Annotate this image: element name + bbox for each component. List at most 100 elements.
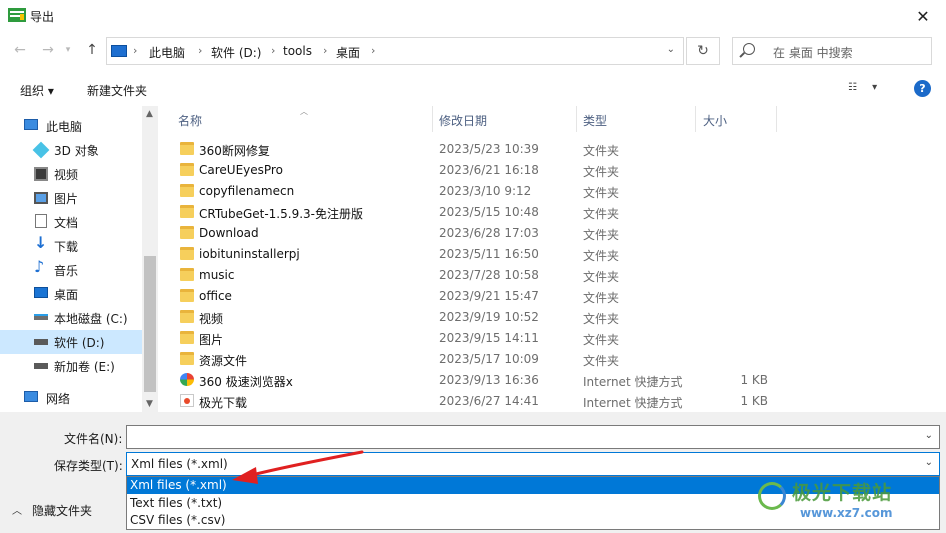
file-type: Internet 快捷方式 (583, 375, 683, 389)
breadcrumb-drive-d[interactable]: 软件 (D:) (211, 44, 261, 61)
file-type: 文件夹 (583, 186, 620, 200)
sidebar-item-label: 音乐 (54, 263, 79, 278)
close-button[interactable]: ✕ (900, 0, 946, 32)
column-divider[interactable] (576, 106, 577, 132)
computer-icon (24, 119, 38, 130)
sidebar-item-desktop[interactable]: 桌面 (0, 282, 142, 306)
file-type: 文件夹 (583, 207, 620, 221)
chevron-down-icon[interactable]: ⌄ (925, 457, 933, 468)
sidebar-item-label: 此电脑 (46, 119, 83, 134)
file-row[interactable]: 360 极速浏览器x 2023/9/13 16:36 Internet 快捷方式… (178, 370, 938, 391)
file-row[interactable]: CRTubeGet-1.5.9.3-免注册版 2023/5/15 10:48 文… (178, 202, 938, 223)
file-size: 1 KB (740, 373, 768, 387)
recent-locations-icon[interactable]: ▾ (60, 42, 76, 58)
help-button[interactable]: ? (914, 80, 931, 97)
file-row[interactable]: 资源文件 2023/5/17 10:09 文件夹 (178, 349, 938, 370)
sidebar-item-drive-e[interactable]: 新加卷 (E:) (0, 354, 142, 378)
column-header-size[interactable]: 大小 (703, 112, 727, 129)
folder-icon (180, 289, 194, 302)
file-row[interactable]: CareUEyesPro 2023/6/21 16:18 文件夹 (178, 160, 938, 181)
breadcrumb-this-pc[interactable]: 此电脑 (149, 44, 185, 61)
file-row[interactable]: Download 2023/6/28 17:03 文件夹 (178, 223, 938, 244)
view-options-button[interactable]: ☷ ▾ (848, 82, 888, 96)
file-type: 文件夹 (583, 270, 620, 284)
shortcut-icon (180, 394, 194, 407)
filetype-value: Xml files (*.xml) (131, 457, 228, 471)
sidebar-item-documents[interactable]: 文档 (0, 210, 142, 234)
file-row[interactable]: iobituninstallerpj 2023/5/11 16:50 文件夹 (178, 244, 938, 265)
sidebar-item-videos[interactable]: 视频 (0, 162, 142, 186)
file-name: 图片 (199, 333, 224, 347)
file-row[interactable]: 视频 2023/9/19 10:52 文件夹 (178, 307, 938, 328)
sidebar-item-drive-c[interactable]: 本地磁盘 (C:) (0, 306, 142, 330)
up-icon[interactable]: ↑ (84, 42, 100, 58)
file-date: 2023/5/17 10:09 (439, 352, 539, 366)
file-type: 文件夹 (583, 144, 620, 158)
file-row[interactable]: 图片 2023/9/15 14:11 文件夹 (178, 328, 938, 349)
scroll-down-icon[interactable]: ▼ (146, 399, 153, 409)
close-icon: ✕ (916, 6, 930, 26)
file-name: copyfilenamecn (199, 184, 295, 198)
file-type: 文件夹 (583, 291, 620, 305)
file-date: 2023/6/27 14:41 (439, 394, 539, 408)
column-header-name[interactable]: 名称 (178, 112, 202, 129)
command-toolbar: 组织 ▾ 新建文件夹 ☷ ▾ ? (0, 74, 946, 104)
sidebar-item-drive-d[interactable]: 软件 (D:) (0, 330, 142, 354)
sidebar-item-this-pc[interactable]: 此电脑 (0, 114, 142, 138)
chevron-right-icon[interactable]: › (198, 44, 202, 57)
file-date: 2023/9/21 15:47 (439, 289, 539, 303)
chevron-right-icon[interactable]: › (133, 44, 137, 57)
watermark-url: www.xz7.com (800, 506, 893, 520)
file-row[interactable]: copyfilenamecn 2023/3/10 9:12 文件夹 (178, 181, 938, 202)
music-icon: ♪ (34, 257, 45, 276)
column-divider[interactable] (776, 106, 777, 132)
file-row[interactable]: office 2023/9/21 15:47 文件夹 (178, 286, 938, 307)
sidebar-item-music[interactable]: ♪ 音乐 (0, 258, 142, 282)
refresh-icon: ↻ (697, 43, 709, 59)
file-list: ︿ 名称 修改日期 类型 大小 360断网修复 2023/5/23 10:39 … (160, 106, 946, 412)
column-divider[interactable] (432, 106, 433, 132)
sidebar-item-label: 软件 (D:) (54, 335, 105, 350)
filetype-label: 保存类型(T): (54, 459, 123, 473)
new-folder-button[interactable]: 新建文件夹 (87, 82, 147, 99)
scroll-up-icon[interactable]: ▲ (146, 109, 153, 119)
sidebar-item-label: 3D 对象 (54, 143, 99, 158)
file-row[interactable]: 极光下载 2023/6/27 14:41 Internet 快捷方式 1 KB (178, 391, 938, 412)
breadcrumb-desktop[interactable]: 桌面 (336, 44, 360, 61)
file-row[interactable]: 360断网修复 2023/5/23 10:39 文件夹 (178, 139, 938, 160)
chevron-right-icon[interactable]: › (323, 44, 327, 57)
navigation-pane: 此电脑 3D 对象 视频 图片 文档 ↓ 下载 ♪ 音乐 桌面 本地磁盘 (C:… (0, 106, 158, 412)
search-box[interactable]: 在 桌面 中搜索 (732, 37, 932, 65)
filetype-select[interactable]: Xml files (*.xml) ⌄ (126, 452, 940, 476)
hide-folders-label: 隐藏文件夹 (32, 504, 93, 518)
chevron-right-icon[interactable]: › (371, 44, 375, 57)
drive-icon (34, 314, 48, 320)
file-row[interactable]: music 2023/7/28 10:58 文件夹 (178, 265, 938, 286)
window-title: 导出 (30, 10, 55, 24)
sidebar-item-3d-objects[interactable]: 3D 对象 (0, 138, 142, 162)
chevron-right-icon[interactable]: › (271, 44, 275, 57)
chevron-down-icon[interactable]: ⌄ (925, 430, 933, 441)
sidebar-item-downloads[interactable]: ↓ 下载 (0, 234, 142, 258)
computer-icon (111, 45, 127, 57)
column-header-type[interactable]: 类型 (583, 112, 607, 129)
watermark-logo-icon (758, 482, 786, 510)
scrollbar-thumb[interactable] (144, 256, 156, 392)
file-date: 2023/6/21 16:18 (439, 163, 539, 177)
sidebar-item-network[interactable]: 网络 (0, 386, 142, 410)
filename-input[interactable]: ⌄ (126, 425, 940, 449)
search-input[interactable]: 在 桌面 中搜索 (773, 44, 853, 61)
address-bar[interactable]: › 此电脑 › 软件 (D:) › tools › 桌面 › ⌄ (106, 37, 684, 65)
breadcrumb-tools[interactable]: tools (283, 44, 312, 58)
organize-button[interactable]: 组织 ▾ (20, 82, 54, 99)
forward-icon[interactable]: → (40, 42, 56, 58)
file-type: 文件夹 (583, 312, 620, 326)
column-header-date[interactable]: 修改日期 (439, 112, 487, 129)
chevron-down-icon[interactable]: ⌄ (667, 44, 675, 55)
column-divider[interactable] (695, 106, 696, 132)
refresh-button[interactable]: ↻ (686, 37, 720, 65)
file-date: 2023/9/19 10:52 (439, 310, 539, 324)
sidebar-scrollbar[interactable]: ▲ ▼ (142, 106, 158, 412)
sidebar-item-pictures[interactable]: 图片 (0, 186, 142, 210)
back-icon[interactable]: ← (12, 42, 28, 58)
